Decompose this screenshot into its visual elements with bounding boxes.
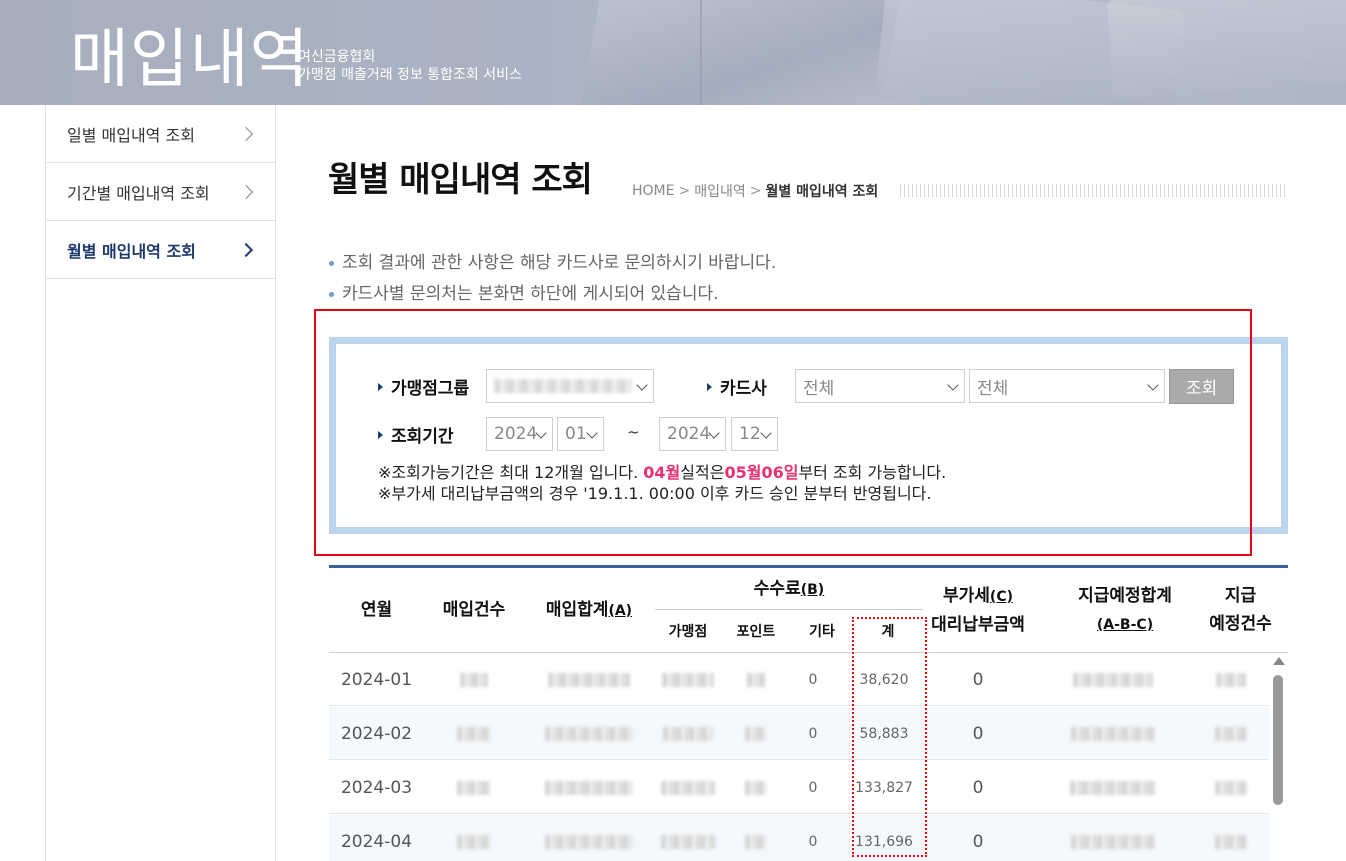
annotation-highlight-box	[314, 309, 1252, 556]
breadcrumb-section[interactable]: 매입내역	[694, 181, 746, 201]
notice-item: 카드사별 문의처는 본화면 하단에 게시되어 있습니다.	[328, 279, 776, 310]
sidebar-item-label: 기간별 매입내역 조회	[67, 183, 210, 203]
table-scrollbar[interactable]	[1268, 652, 1288, 861]
cell-fee-other: 0	[808, 779, 818, 796]
cell-payout-masked	[1057, 653, 1169, 706]
breadcrumb: HOME > 매입내역 > 월별 매입내역 조회	[632, 181, 878, 201]
cell-count-masked	[424, 761, 524, 814]
sidebar-item-label: 월별 매입내역 조회	[67, 241, 196, 261]
page-title: 월별 매입내역 조회	[328, 160, 593, 200]
banner-org: 여신금융협회	[298, 49, 376, 65]
banner-card-image	[1106, 0, 1346, 99]
cell-count-masked	[424, 653, 524, 706]
header-banner: 매입내역 여신금융협회 가맹점 매출거래 정보 통합조회 서비스	[0, 0, 1346, 105]
col-fee-merchant: 가맹점	[668, 624, 708, 640]
cell-total-masked	[524, 761, 654, 814]
sidebar-item-monthly[interactable]: 월별 매입내역 조회	[46, 221, 275, 279]
cell-pay-count-masked	[1193, 707, 1268, 760]
cell-payout-masked	[1057, 761, 1169, 814]
scroll-up-icon[interactable]	[1273, 657, 1285, 665]
cell-month: 2024-02	[340, 723, 413, 744]
cell-vat: 0	[972, 723, 984, 744]
banner-title: 매입내역	[70, 23, 310, 97]
cell-total-masked	[524, 707, 654, 760]
table-row[interactable]: 2024-03 0 133,827 0	[329, 761, 1269, 814]
sidebar-item-period[interactable]: 기간별 매입내역 조회	[46, 163, 275, 221]
header-divider	[655, 609, 923, 610]
sidebar: 일별 매입내역 조회 기간별 매입내역 조회 월별 매입내역 조회	[45, 105, 276, 861]
col-total: 매입합계(A)	[545, 600, 633, 620]
banner-subtitle: 여신금융협회 가맹점 매출거래 정보 통합조회 서비스	[298, 48, 522, 84]
results-table: 연월 매입건수 매입합계(A) 수수료(B) 가맹점 포인트 기타 계 부가세(…	[329, 565, 1288, 861]
scroll-thumb[interactable]	[1273, 675, 1283, 805]
table-row[interactable]: 2024-02 0 58,883 0	[329, 707, 1269, 760]
notice-list: 조회 결과에 관한 사항은 해당 카드사로 문의하시기 바랍니다. 카드사별 문…	[328, 248, 776, 310]
cell-fee-merchant-masked	[655, 761, 721, 814]
col-count: 매입건수	[442, 600, 506, 620]
cell-fee-other: 0	[808, 833, 818, 850]
cell-count-masked	[424, 815, 524, 861]
col-fee: 수수료(B)	[753, 579, 825, 599]
sidebar-item-label: 일별 매입내역 조회	[67, 125, 195, 145]
cell-fee-point-masked	[721, 707, 791, 760]
col-fee-other: 기타	[809, 624, 835, 640]
cell-total-masked	[524, 815, 654, 861]
breadcrumb-home[interactable]: HOME	[632, 183, 674, 199]
cell-vat: 0	[972, 669, 984, 690]
banner-service: 가맹점 매출거래 정보 통합조회 서비스	[298, 67, 522, 83]
cell-payout-masked	[1057, 707, 1169, 760]
cell-payout-masked	[1057, 815, 1169, 861]
cell-fee-point-masked	[721, 815, 791, 861]
cell-fee-point-masked	[721, 761, 791, 814]
breadcrumb-separator-icon: >	[678, 183, 691, 199]
banner-decoration	[700, 0, 702, 105]
table-row[interactable]: 2024-04 0 131,696 0	[329, 815, 1269, 861]
cell-fee-other: 0	[808, 671, 818, 688]
cell-pay-count-masked	[1193, 761, 1268, 814]
cell-vat: 0	[972, 831, 984, 852]
cell-fee-merchant-masked	[655, 815, 721, 861]
sidebar-item-daily[interactable]: 일별 매입내역 조회	[46, 105, 275, 163]
cell-month: 2024-01	[340, 669, 413, 690]
cell-month: 2024-03	[340, 777, 413, 798]
chevron-right-icon	[238, 184, 254, 199]
cell-fee-merchant-masked	[655, 653, 721, 706]
cell-fee-other: 0	[808, 725, 818, 742]
col-month: 연월	[360, 600, 393, 620]
table-row[interactable]: 2024-01 0 38,620 0	[329, 653, 1269, 706]
breadcrumb-current: 월별 매입내역 조회	[765, 184, 879, 200]
banner-card-image	[578, 0, 902, 105]
col-vat: 부가세(C) 대리납부금액	[931, 586, 1025, 635]
chevron-right-icon	[238, 126, 254, 141]
cell-pay-count-masked	[1193, 815, 1268, 861]
annotation-fee-sum-highlight	[852, 617, 927, 857]
chevron-right-icon	[238, 242, 254, 257]
cell-fee-point-masked	[721, 653, 791, 706]
cell-pay-count-masked	[1193, 653, 1268, 706]
cell-vat: 0	[972, 777, 984, 798]
breadcrumb-separator-icon: >	[749, 183, 762, 199]
cell-total-masked	[524, 653, 654, 706]
cell-month: 2024-04	[340, 831, 413, 852]
col-payout: 지급예정합계 (A-B-C)	[1078, 586, 1172, 633]
title-decoration	[900, 184, 1288, 197]
col-fee-point: 포인트	[736, 624, 776, 640]
cell-fee-merchant-masked	[655, 707, 721, 760]
cell-count-masked	[424, 707, 524, 760]
notice-item: 조회 결과에 관한 사항은 해당 카드사로 문의하시기 바랍니다.	[328, 248, 776, 279]
col-pay-count: 지급 예정건수	[1209, 586, 1272, 634]
